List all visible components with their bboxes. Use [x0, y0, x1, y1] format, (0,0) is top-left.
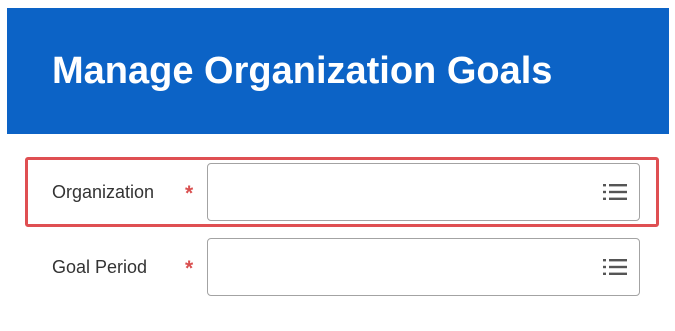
organization-label: Organization — [52, 182, 155, 202]
page-title: Manage Organization Goals — [52, 50, 553, 92]
page-header: Manage Organization Goals — [7, 8, 669, 134]
list-prompt-icon[interactable] — [603, 258, 627, 276]
organization-input[interactable] — [208, 164, 588, 220]
list-prompt-icon[interactable] — [603, 183, 627, 201]
goal-period-required-marker: * — [185, 257, 194, 280]
organization-required-marker: * — [185, 182, 194, 205]
goal-period-field[interactable] — [207, 238, 640, 296]
organization-field[interactable] — [207, 163, 640, 221]
goal-period-input[interactable] — [208, 239, 588, 295]
goal-period-label: Goal Period — [52, 257, 148, 277]
